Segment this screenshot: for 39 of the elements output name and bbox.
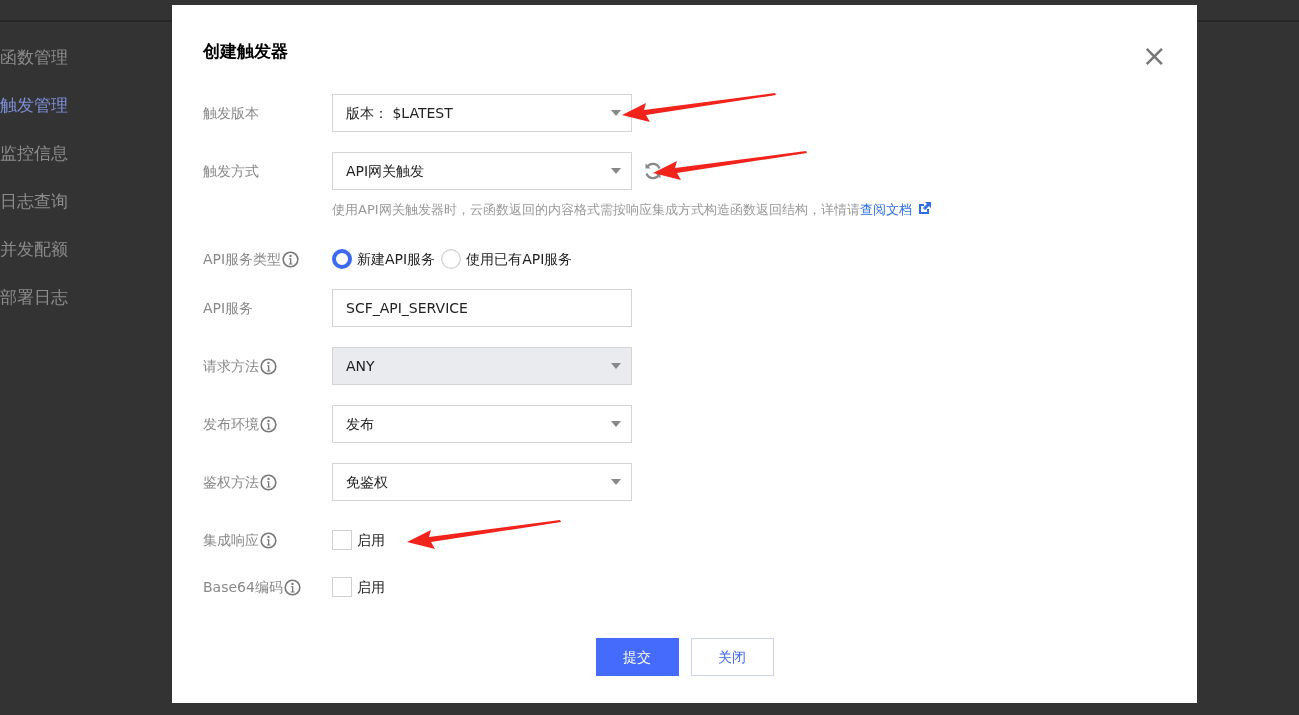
dialog-title: 创建触发器	[203, 40, 288, 63]
sidebar-item[interactable]: 日志查询	[0, 184, 160, 232]
close-button[interactable]: ×	[1137, 41, 1171, 71]
checkbox-label: 启用	[357, 530, 385, 550]
dropdown: ANY	[332, 347, 632, 385]
checkbox[interactable]	[332, 530, 352, 550]
sidebar-item[interactable]: 函数管理	[0, 40, 160, 88]
dropdown[interactable]: 发布	[332, 405, 632, 443]
field-label: Base64编码	[203, 577, 283, 597]
checkbox[interactable]	[332, 577, 352, 597]
close-dialog-button[interactable]: 关闭	[690, 638, 774, 676]
field-label: 请求方法	[203, 356, 259, 376]
external-link-icon	[917, 202, 931, 215]
text-field[interactable]: SCF_API_SERVICE	[332, 289, 632, 327]
radio-option[interactable]: 新建API服务	[332, 248, 436, 270]
field-label: 触发版本	[203, 103, 259, 123]
field-label: 发布环境	[203, 414, 259, 434]
field-label: API服务	[203, 298, 254, 318]
caret-icon	[611, 479, 621, 485]
sidebar-item[interactable]: 部署日志	[0, 280, 160, 328]
sidebar-item[interactable]: 监控信息	[0, 136, 160, 184]
field-label: 鉴权方法	[203, 472, 259, 492]
sidebar-item[interactable]: 触发管理	[0, 88, 160, 136]
checkbox-label: 启用	[357, 577, 385, 597]
field-label: API服务类型	[203, 249, 282, 269]
sidebar-item[interactable]: 并发配额	[0, 232, 160, 280]
dropdown[interactable]: 免鉴权	[332, 463, 632, 501]
dropdown[interactable]: API网关触发	[332, 152, 632, 190]
caret-icon	[611, 363, 621, 369]
caret-icon	[611, 421, 621, 427]
caret-icon	[611, 168, 621, 174]
dropdown[interactable]: 版本： $LATEST	[332, 94, 632, 132]
help-text: 使用API网关触发器时，云函数返回的内容格式需按响应集成方式构造函数返回结构，详情请查阅文档	[332, 200, 1166, 220]
radio-option[interactable]: 使用已有API服务	[441, 248, 573, 270]
submit-button[interactable]: 提交	[595, 638, 679, 676]
caret-icon	[611, 110, 621, 116]
docs-link[interactable]: 查阅文档	[859, 202, 931, 217]
field-label: 触发方式	[203, 161, 259, 181]
field-label: 集成响应	[203, 530, 259, 550]
